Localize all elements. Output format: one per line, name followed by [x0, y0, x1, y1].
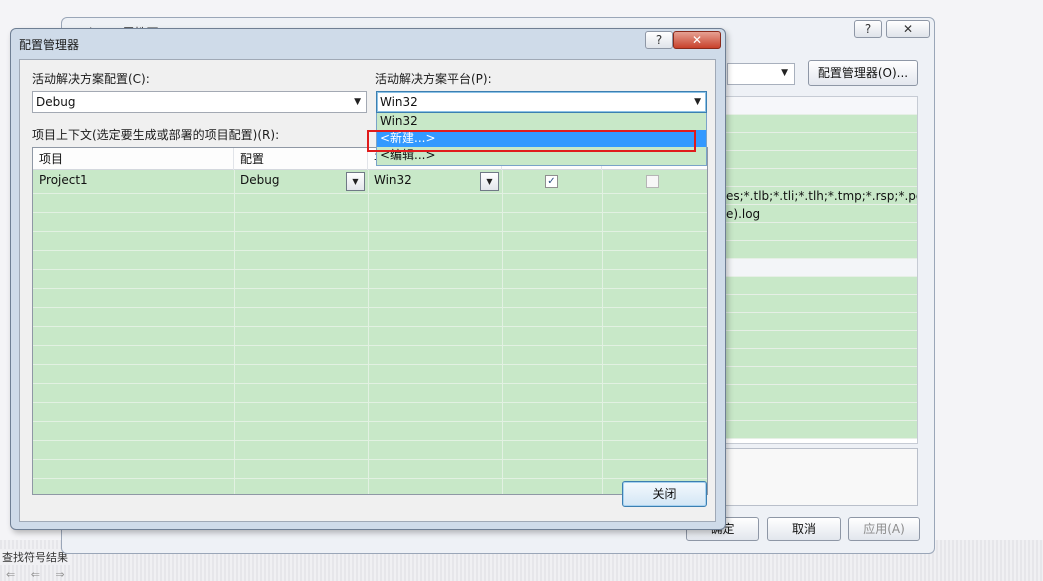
property-row[interactable] [726, 403, 917, 421]
property-row[interactable] [726, 331, 917, 349]
property-row[interactable] [726, 277, 917, 295]
platform-select[interactable]: ▼ [727, 63, 795, 85]
table-row [33, 327, 707, 346]
dialog-help-button[interactable]: ? [645, 31, 673, 49]
table-row [33, 384, 707, 403]
table-row [33, 422, 707, 441]
platform-option-win32[interactable]: Win32 [377, 113, 706, 130]
platform-cell: Win32 [374, 173, 412, 187]
chevron-down-icon: ▼ [354, 97, 361, 107]
grid-rows: Project1 Debug ▼ Win32 ▼ ✓ [33, 170, 707, 479]
chevron-down-icon: ▼ [694, 97, 701, 107]
property-grid: es;*.tlb;*.tli;*.tlh;*.tmp;*.rsp;*.pgc;*… [725, 96, 918, 444]
property-row[interactable] [726, 349, 917, 367]
property-row[interactable] [726, 151, 917, 169]
configuration-manager-dialog: 配置管理器 ? ✕ 活动解决方案配置(C): 活动解决方案平台(P): Debu… [10, 28, 726, 530]
column-header-project[interactable]: 项目 [33, 148, 234, 170]
table-row [33, 346, 707, 365]
table-row[interactable]: Project1 Debug ▼ Win32 ▼ ✓ [33, 170, 707, 194]
table-row [33, 270, 707, 289]
table-row [33, 251, 707, 270]
project-context-label: 项目上下文(选定要生成或部署的项目配置)(R): [32, 128, 280, 142]
table-row [33, 213, 707, 232]
property-row[interactable] [726, 133, 917, 151]
grid-divider [502, 170, 503, 494]
property-row[interactable] [726, 223, 917, 241]
property-row[interactable] [726, 313, 917, 331]
property-value-log: e).log [726, 207, 761, 221]
active-platform-label: 活动解决方案平台(P): [375, 72, 492, 86]
dialog-close-button[interactable]: ✕ [673, 31, 721, 49]
table-row [33, 365, 707, 384]
property-row[interactable] [726, 115, 917, 133]
find-symbol-results-tab[interactable]: 查找符号结果 [0, 549, 70, 565]
grid-divider [368, 170, 369, 494]
deploy-checkbox[interactable] [646, 175, 659, 188]
configuration-manager-button[interactable]: 配置管理器(O)... [808, 60, 918, 86]
close-button[interactable]: 关闭 [622, 481, 707, 507]
property-row[interactable] [726, 97, 917, 115]
chevron-down-icon: ▼ [781, 68, 788, 78]
nav-arrows-icon: ⇐ ⇐ ⇒ [6, 568, 71, 581]
table-row [33, 289, 707, 308]
property-row[interactable] [726, 259, 917, 277]
table-row [33, 460, 707, 479]
property-value-extensions: es;*.tlb;*.tli;*.tlh;*.tmp;*.rsp;*.pgc;* [726, 189, 917, 203]
active-config-value: Debug [36, 95, 76, 109]
table-row [33, 308, 707, 327]
platform-option-edit[interactable]: <编辑...> [377, 147, 706, 164]
project-context-grid: 项目 配置 平台 生成 部署 Project1 Debug ▼ Win32 ▼ … [32, 147, 708, 495]
property-row[interactable] [726, 385, 917, 403]
platform-dropdown-button[interactable]: ▼ [480, 172, 499, 191]
active-platform-select[interactable]: Win32 ▼ [376, 91, 707, 113]
property-row[interactable]: e).log [726, 205, 917, 223]
table-row [33, 403, 707, 422]
property-row[interactable] [726, 367, 917, 385]
active-config-select[interactable]: Debug ▼ [32, 91, 367, 113]
property-row[interactable] [726, 169, 917, 187]
property-row[interactable] [726, 241, 917, 259]
property-row[interactable]: es;*.tlb;*.tli;*.tlh;*.tmp;*.rsp;*.pgc;* [726, 187, 917, 205]
config-dropdown-button[interactable]: ▼ [346, 172, 365, 191]
property-help-button[interactable]: ? [854, 20, 882, 38]
active-platform-value: Win32 [380, 95, 418, 109]
table-row [33, 232, 707, 251]
build-checkbox[interactable]: ✓ [545, 175, 558, 188]
grid-divider [234, 170, 235, 494]
property-row[interactable] [726, 295, 917, 313]
platform-option-new[interactable]: <新建...> [377, 130, 706, 147]
active-config-label: 活动解决方案配置(C): [32, 72, 150, 86]
project-name-cell: Project1 [39, 173, 88, 187]
platform-dropdown-list: Win32 <新建...> <编辑...> [376, 113, 707, 166]
property-description-panel [725, 448, 918, 506]
property-close-button[interactable]: ✕ [886, 20, 930, 38]
table-row [33, 194, 707, 213]
dialog-title: 配置管理器 [19, 38, 80, 52]
column-header-config[interactable]: 配置 [234, 148, 368, 170]
property-row[interactable] [726, 421, 917, 439]
apply-button[interactable]: 应用(A) [848, 517, 920, 541]
dialog-body: 活动解决方案配置(C): 活动解决方案平台(P): Debug ▼ Win32 … [19, 59, 716, 522]
config-cell: Debug [240, 173, 280, 187]
cancel-button[interactable]: 取消 [767, 517, 841, 541]
table-row [33, 441, 707, 460]
grid-divider [602, 170, 603, 494]
